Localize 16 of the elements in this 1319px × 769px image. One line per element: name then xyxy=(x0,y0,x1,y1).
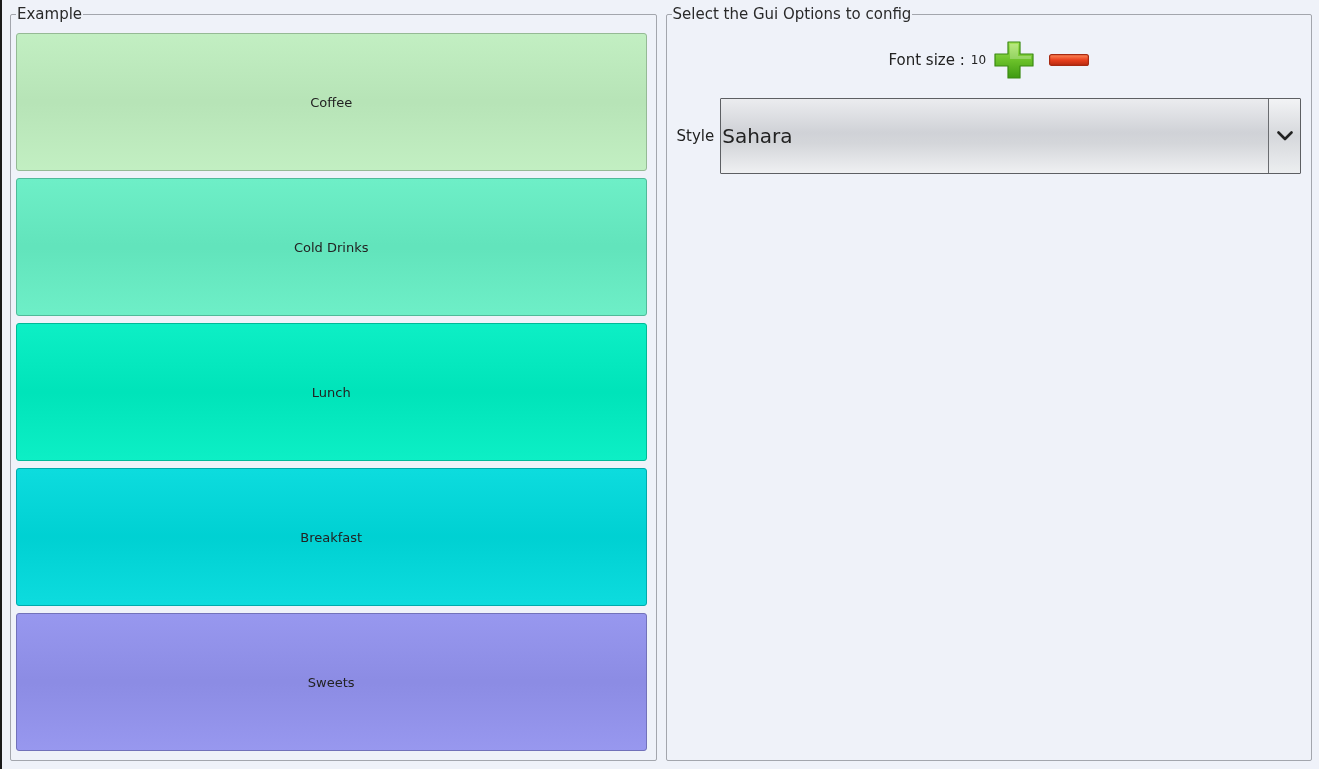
style-label: Style xyxy=(676,127,715,145)
category-button[interactable]: Coffee xyxy=(16,33,647,171)
increase-button[interactable] xyxy=(994,41,1035,79)
category-button[interactable]: Cold Drinks xyxy=(16,178,647,316)
category-button[interactable]: Breakfast xyxy=(16,468,647,606)
category-button[interactable]: Sweets xyxy=(16,613,647,751)
decrease-button[interactable] xyxy=(1049,54,1090,66)
style-dropdown[interactable]: Sahara xyxy=(720,98,1301,174)
group-title: Example xyxy=(16,5,84,23)
group-title: Select the Gui Options to config xyxy=(671,5,913,23)
plus-icon xyxy=(994,41,1035,79)
minus-icon xyxy=(1049,54,1090,66)
font-size-value: 10 xyxy=(970,53,987,67)
font-size-label: Font size : xyxy=(888,51,965,69)
category-button[interactable]: Lunch xyxy=(16,323,647,461)
chevron-down-icon xyxy=(1276,131,1293,141)
